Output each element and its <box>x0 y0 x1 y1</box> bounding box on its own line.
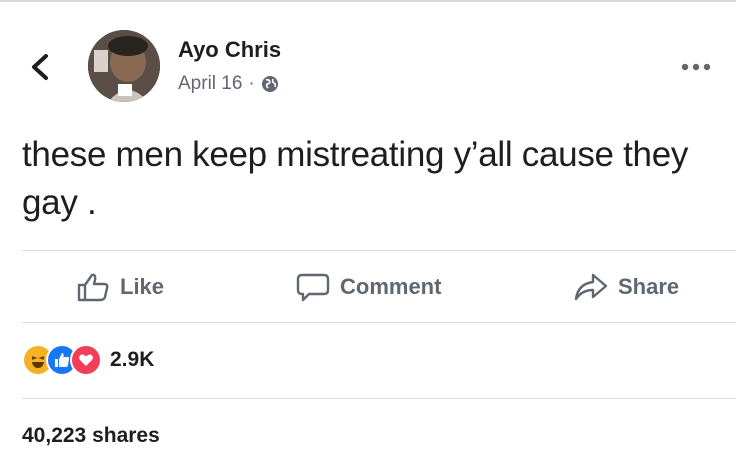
share-button[interactable]: Share <box>574 272 679 302</box>
ellipsis-icon <box>681 63 711 71</box>
love-icon <box>70 344 102 376</box>
divider <box>22 250 736 251</box>
top-divider <box>0 0 736 2</box>
divider <box>22 398 736 399</box>
reaction-count: 2.9K <box>110 348 155 371</box>
chevron-left-icon <box>32 54 48 80</box>
more-options-button[interactable] <box>680 60 712 72</box>
post-meta: April 16 · <box>178 73 279 95</box>
like-button[interactable]: Like <box>76 272 164 302</box>
action-bar: Like Comment Share <box>0 262 736 316</box>
share-arrow-icon <box>574 273 608 301</box>
share-label: Share <box>618 274 680 299</box>
like-label: Like <box>120 274 165 299</box>
meta-separator: · <box>248 73 255 94</box>
globe-icon <box>261 76 278 92</box>
avatar[interactable] <box>88 30 160 102</box>
share-count[interactable]: 40,223 shares <box>22 424 160 448</box>
back-button[interactable] <box>26 52 54 82</box>
comment-button[interactable]: Comment <box>296 272 441 302</box>
divider <box>22 322 736 323</box>
author-name[interactable]: Ayo Chris <box>178 37 281 63</box>
comment-label: Comment <box>340 274 442 299</box>
comment-icon <box>296 273 330 302</box>
post-text: these men keep mistreating y’all cause t… <box>22 135 689 222</box>
post-date[interactable]: April 16 <box>178 73 242 95</box>
profile-photo <box>88 30 160 102</box>
reactions-summary[interactable]: 2.9K <box>22 344 154 376</box>
thumbs-up-icon <box>77 273 109 302</box>
